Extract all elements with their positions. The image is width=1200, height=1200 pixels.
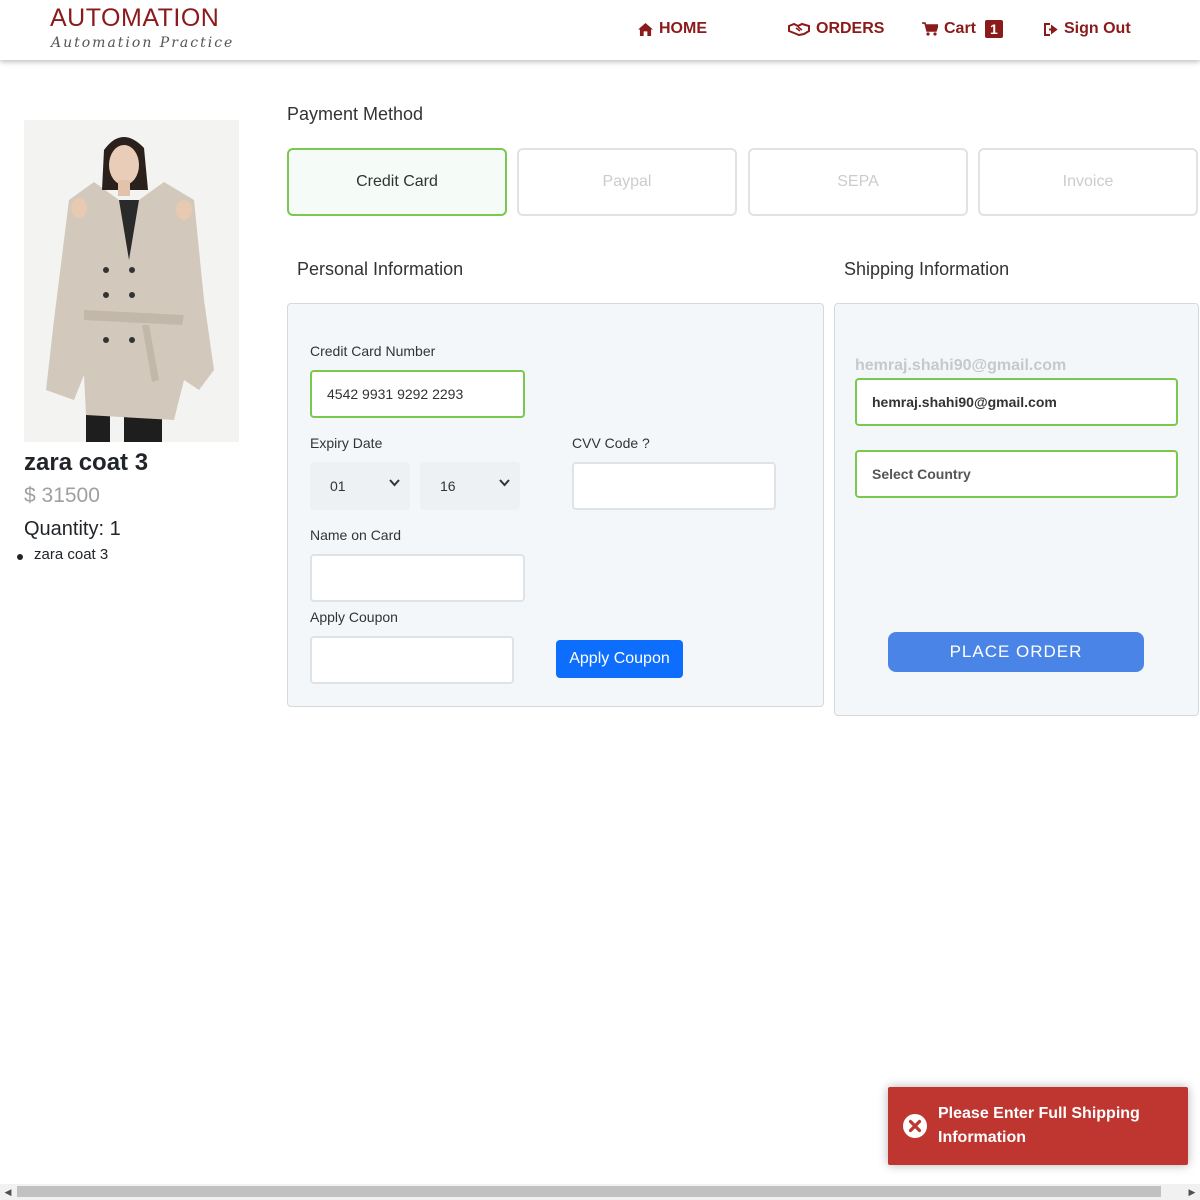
place-order-button[interactable]: PLACE ORDER — [888, 632, 1144, 672]
logo-subtitle: Automation Practice — [51, 35, 235, 51]
scrollbar-thumb[interactable] — [17, 1186, 1161, 1197]
nav-orders-label: ORDERS — [816, 20, 885, 37]
card-number-input[interactable]: 4542 9931 9292 2293 — [310, 370, 525, 418]
expiry-date-label: Expiry Date — [310, 435, 383, 451]
expiry-month-value: 01 — [330, 478, 346, 494]
cvv-input[interactable] — [572, 462, 776, 510]
cart-icon — [922, 22, 938, 36]
card-number-label: Credit Card Number — [310, 343, 436, 359]
product-name: zara coat 3 — [24, 449, 149, 476]
apply-coupon-button[interactable]: Apply Coupon — [556, 640, 683, 678]
shipping-email-input[interactable]: hemraj.shahi90@gmail.com — [855, 378, 1178, 426]
expiry-month-select[interactable]: 01 — [310, 462, 410, 510]
chevron-down-icon — [499, 479, 510, 487]
handshake-icon — [788, 22, 810, 36]
coupon-label: Apply Coupon — [310, 609, 398, 625]
select-country-input[interactable]: Select Country — [855, 450, 1178, 498]
sign-out-icon — [1044, 22, 1058, 36]
nav-cart-label: Cart — [944, 20, 977, 37]
expiry-year-value: 16 — [440, 478, 456, 494]
nav-home-link[interactable]: HOME — [638, 17, 707, 41]
cvv-label: CVV Code ? — [572, 435, 650, 451]
coupon-input[interactable] — [310, 636, 514, 684]
payment-option-credit-card[interactable]: Credit Card — [287, 148, 507, 216]
name-on-card-label: Name on Card — [310, 527, 402, 543]
product-image — [24, 120, 239, 442]
cart-count-badge: 1 — [985, 20, 1003, 38]
scroll-right-arrow-icon[interactable]: ▶ — [1187, 1187, 1197, 1197]
product-price: $ 31500 — [24, 484, 100, 507]
payment-option-paypal[interactable]: Paypal — [517, 148, 737, 216]
error-toast[interactable]: Please Enter Full Shipping Information — [888, 1087, 1188, 1165]
name-on-card-input[interactable] — [310, 554, 525, 602]
payment-option-sepa[interactable]: SEPA — [748, 148, 968, 216]
scroll-left-arrow-icon[interactable]: ◀ — [3, 1187, 13, 1197]
horizontal-scrollbar[interactable]: ◀ ▶ — [0, 1184, 1200, 1200]
product-quantity: Quantity: 1 — [24, 518, 121, 540]
shipping-info-title: Shipping Information — [844, 259, 1010, 279]
expiry-year-select[interactable]: 16 — [420, 462, 520, 510]
nav-signout-button[interactable]: Sign Out — [1044, 17, 1131, 41]
user-email-label: hemraj.shahi90@gmail.com — [855, 357, 1067, 374]
nav-signout-label: Sign Out — [1064, 20, 1131, 37]
personal-info-title: Personal Information — [297, 259, 464, 279]
chevron-down-icon — [389, 479, 400, 487]
list-item: zara coat 3 — [16, 546, 109, 563]
home-icon — [638, 22, 653, 36]
payment-option-invoice[interactable]: Invoice — [978, 148, 1198, 216]
toast-message: Please Enter Full Shipping Information — [938, 1105, 1140, 1146]
logo-title[interactable]: AUTOMATION — [50, 4, 219, 33]
top-navbar: AUTOMATION Automation Practice HOME ORDE… — [0, 0, 1200, 60]
payment-method-title: Payment Method — [287, 104, 424, 124]
nav-cart-link[interactable]: Cart 1 — [922, 17, 1003, 41]
error-circle-x-icon — [903, 1114, 927, 1138]
nav-home-label: HOME — [659, 20, 707, 37]
nav-orders-link[interactable]: ORDERS — [788, 17, 884, 41]
